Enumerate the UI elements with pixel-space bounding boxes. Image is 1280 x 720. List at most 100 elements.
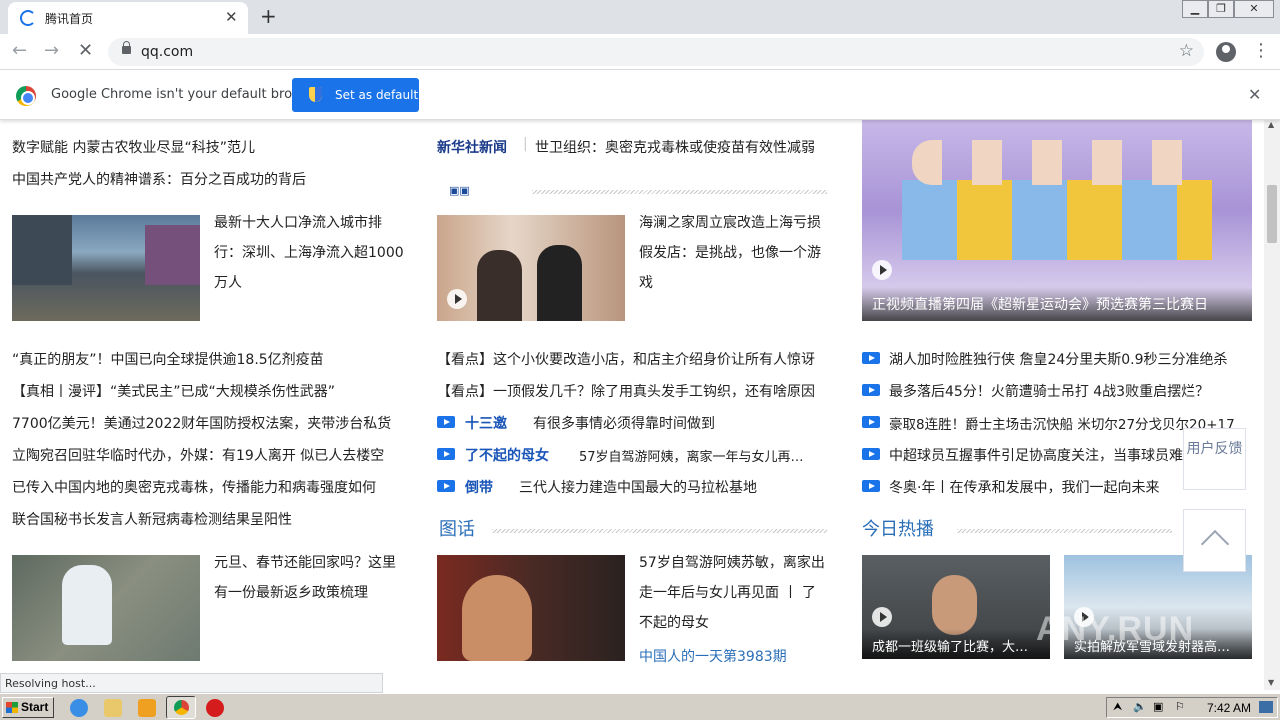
page-content: 数字赋能 内蒙古农牧业尽显“科技”范儿 中国共产党人的精神谱系：百分之百成功的背… (0, 120, 1264, 690)
chrome-icon (174, 700, 189, 715)
section-title-tuhua[interactable]: 图话 (439, 515, 475, 541)
show-desktop-icon[interactable] (1259, 701, 1273, 713)
video-link[interactable]: 中超球员互握事件引足协高度关注，当事球员难 (889, 445, 1183, 465)
play-icon (872, 260, 892, 280)
minimize-icon[interactable]: ▁ (1182, 0, 1208, 18)
play-icon (872, 607, 892, 627)
news-link[interactable]: 【看点】一顶假发几千？除了用真头发手工钩织，还有啥原因 (437, 381, 815, 401)
volume-icon[interactable]: 🔈 (1133, 700, 1147, 713)
new-tab-icon[interactable]: + (260, 4, 277, 28)
menu-icon[interactable]: ⋮ (1252, 40, 1270, 61)
default-browser-infobar: Google Chrome isn't your default browser… (0, 71, 1280, 120)
section-title-hot[interactable]: 今日热播 (862, 515, 934, 541)
news-link[interactable]: 立陶宛召回驻华临时代办，外媒：有19人离开 似已人去楼空 (12, 445, 384, 465)
video-icon (862, 448, 880, 460)
video-tag[interactable]: 了不起的母女 (465, 445, 549, 465)
stop-icon[interactable]: ✕ (78, 40, 93, 61)
forward-icon[interactable]: → (44, 40, 59, 61)
video-link[interactable]: 最多落后45分！火箭遭骑士吊打 4战3败重启摆烂？ (889, 381, 1209, 401)
video-link[interactable]: 三代人接力建造中国最大的马拉松基地 (519, 477, 757, 497)
news-link[interactable]: 数字赋能 内蒙古农牧业尽显“科技”范儿 (12, 137, 255, 157)
media-player-icon[interactable] (138, 699, 156, 717)
photo-thumbnail[interactable] (437, 555, 625, 661)
channel-logo-icon: ▣▣ (449, 184, 470, 197)
tab-title: 腾讯首页 (45, 12, 94, 26)
video-link[interactable]: 湖人加时险胜独行侠 詹皇24分里夫斯0.9秒三分准绝杀 (889, 349, 1228, 369)
section-divider (532, 190, 827, 194)
feature-headline[interactable]: 57岁自驾游阿姨苏敏，离家出走一年后与女儿再见面 丨 了不起的母女 (639, 548, 829, 638)
scrollbar-thumb[interactable] (1267, 185, 1277, 243)
warning-icon[interactable] (206, 699, 224, 717)
news-thumbnail[interactable] (12, 215, 200, 321)
bookmark-star-icon[interactable]: ☆ (1179, 41, 1194, 61)
flag-icon[interactable]: ⚐ (1175, 700, 1185, 713)
video-tag[interactable]: 十三邀 (465, 413, 507, 433)
video-link[interactable]: 57岁自驾游阿姨，离家一年与女儿再… (579, 446, 804, 465)
windows-taskbar: Start ⮝ 🔈 ▣ ⚐ 7:42 AM (0, 693, 1280, 720)
address-bar[interactable]: qq.com ☆ (108, 38, 1204, 66)
clock[interactable]: 7:42 AM (1207, 701, 1251, 715)
user-feedback-button[interactable]: 用户反馈 (1183, 428, 1246, 490)
infobar-message: Google Chrome isn't your default browser (51, 87, 323, 102)
start-button[interactable]: Start (2, 697, 54, 718)
network-icon[interactable]: ▣ (1153, 700, 1163, 713)
chrome-logo-icon (16, 86, 36, 106)
video-icon (862, 352, 880, 364)
video-icon (437, 448, 455, 460)
lock-icon[interactable] (122, 41, 131, 54)
ie-icon[interactable] (70, 699, 88, 717)
news-link[interactable]: “真正的朋友”！中国已向全球提供逾18.5亿剂疫苗 (12, 349, 324, 369)
loading-spinner-icon (20, 10, 36, 26)
video-icon (862, 384, 880, 396)
xinhua-tag[interactable]: 新华社新闻 (437, 137, 507, 157)
news-link[interactable]: 联合国秘书长发言人新冠病毒检测结果呈阳性 (12, 509, 292, 529)
play-icon (447, 289, 467, 309)
video-thumbnail[interactable]: 成都一班级输了比赛，大… (862, 555, 1050, 659)
system-tray: ⮝ 🔈 ▣ ⚐ 7:42 AM (1106, 697, 1278, 718)
tray-expand-icon[interactable]: ⮝ (1113, 700, 1122, 714)
video-thumbnail[interactable] (437, 215, 625, 321)
toolbar: ← → ✕ qq.com ☆ ⋮ (0, 34, 1280, 70)
scroll-down-icon[interactable]: ▼ (1268, 678, 1274, 687)
back-icon[interactable]: ← (12, 40, 27, 61)
explorer-icon[interactable] (104, 699, 122, 717)
feature-headline[interactable]: 元旦、春节还能回家吗？这里有一份最新返乡政策梳理 (214, 548, 404, 608)
page-scrollbar[interactable]: ▲ ▼ (1264, 120, 1280, 690)
section-divider (957, 529, 1172, 533)
video-tag[interactable]: 倒带 (465, 477, 493, 497)
news-link[interactable]: 7700亿美元！美通过2022财年国防授权法案，夹带涉台私货 (12, 413, 391, 433)
video-link[interactable]: 有很多事情必须得靠时间做到 (533, 413, 715, 433)
browser-tab[interactable]: 腾讯首页 ✕ (8, 2, 248, 34)
section-divider (492, 529, 827, 533)
tab-strip: 腾讯首页 ✕ + ▁ ❐ ✕ (0, 0, 1280, 34)
photo-series-link[interactable]: 中国人的一天第3983期 (639, 646, 787, 666)
news-link[interactable]: 【看点】这个小伙要改造小店，和店主介绍身价让所有人惊讶 (437, 349, 815, 369)
scroll-up-icon[interactable]: ▲ (1268, 120, 1274, 129)
live-promo-banner[interactable]: 正视频直播第四届《超新星运动会》预选赛第三比赛日 (862, 120, 1252, 321)
windows-logo-icon (6, 702, 18, 713)
back-to-top-button[interactable] (1183, 509, 1246, 572)
feature-headline[interactable]: 最新十大人口净流入城市排行：深圳、上海净流入超1000万人 (214, 208, 404, 298)
video-icon (437, 416, 455, 428)
news-link[interactable]: 中国共产党人的精神谱系：百分之百成功的背后 (12, 169, 306, 189)
news-link[interactable]: 世卫组织：奥密克戎毒株或使疫苗有效性减弱 (535, 137, 815, 157)
feature-headline[interactable]: 海澜之家周立宸改造上海亏损假发店：是挑战，也像一个游戏 (639, 208, 829, 298)
watermark-logo: ANY.RUN (1036, 610, 1195, 648)
url-text[interactable]: qq.com (141, 44, 193, 60)
status-bubble: Resolving host... (0, 673, 383, 693)
video-link[interactable]: 冬奥·年丨在传承和发展中，我们一起向未来 (889, 477, 1159, 497)
tab-close-icon[interactable]: ✕ (225, 8, 238, 26)
shield-icon (309, 87, 322, 102)
news-link[interactable]: 【真相丨漫评】“美式民主”已成“大规模杀伤性武器” (12, 381, 335, 401)
account-icon[interactable] (1216, 42, 1236, 62)
window-close-icon[interactable]: ✕ (1234, 0, 1274, 18)
chrome-taskbar-button[interactable] (166, 696, 196, 719)
news-thumbnail[interactable] (12, 555, 200, 661)
video-icon (862, 480, 880, 492)
news-link[interactable]: 已传入中国内地的奥密克戎毒株，传播能力和病毒强度如何 (12, 477, 376, 497)
feedback-label: 用户反馈 (1186, 441, 1243, 457)
set-as-default-button[interactable]: Set as default (292, 78, 419, 112)
video-icon (862, 416, 880, 428)
restore-icon[interactable]: ❐ (1208, 0, 1234, 18)
infobar-close-icon[interactable]: ✕ (1248, 85, 1261, 104)
